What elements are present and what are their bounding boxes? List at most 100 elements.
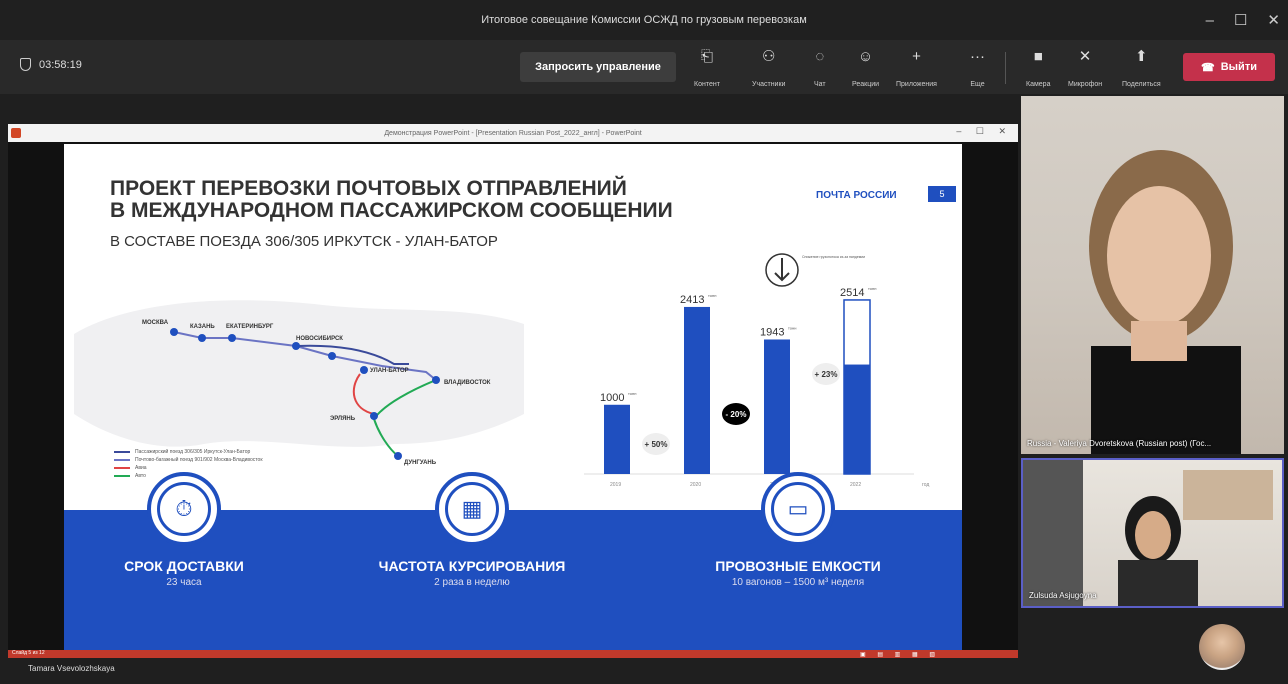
chart-bar [764,339,790,474]
chart-value-label: 1000 [600,392,624,404]
share-content-icon: ⎗ [700,48,713,65]
more-label: Еще [970,81,985,88]
chat-icon: ◌ [815,48,825,65]
participant-name-1: Russia - Valeriya Dvoretskova (Russian p… [1027,439,1212,448]
slide-title-line1: ПРОЕКТ ПЕРЕВОЗКИ ПОЧТОВЫХ ОТПРАВЛЕНИЙ [110,177,627,200]
railcar-icon: ▭ [771,482,825,536]
calendar-icon: ▦ [445,482,499,536]
chart-change-label: + 50% [645,440,668,449]
ppt-statusbar: Слайд 5 из 12 ▣ ▤ ▥ ▦ ▧ [8,650,1018,658]
participant-portrait-2 [1023,460,1273,606]
leave-label: Выйти [1220,61,1257,73]
chart-bar [684,306,710,474]
reaction-icon: ☺ [857,48,874,65]
city-label-ulan-bator: УЛАН-БАТОР [370,368,409,374]
apps-button[interactable]: + Приложения [896,48,937,88]
chart-category-label: 2019 [610,482,621,488]
city-dot-moscow [170,328,178,336]
slide: ПРОЕКТ ПЕРЕВОЗКИ ПОЧТОВЫХ ОТПРАВЛЕНИЙ В … [64,144,962,650]
camera-button[interactable]: ■ Камера [1026,48,1050,88]
legend-item-mail-train: Почтово-багажный поезд 901/902 Москва-Вл… [114,456,263,464]
reactions-button[interactable]: ☺ Реакции [852,48,879,88]
decline-note: Снижение грузопотока из-за пандемии [802,255,865,259]
leave-button[interactable]: ☎ Выйти [1183,53,1275,81]
chat-label: Чат [814,81,826,88]
ppt-view-controls[interactable]: ▣ ▤ ▥ ▦ ▧ [860,651,940,658]
city-label-ekaterinburg: ЕКАТЕРИНБУРГ [226,324,274,330]
chart-value-label: 1943 [760,326,784,338]
chart-value-label: 2514 [840,287,864,299]
participant-portrait-1 [1089,150,1241,454]
close-button[interactable]: ✕ [1267,11,1280,29]
chat-button[interactable]: ◌ Чат [814,48,826,88]
volume-chart: 1000тонн20192413тонн20201943тонн20212514… [584,253,929,488]
presenter-name: Tamara Vsevolozhskaya [28,664,115,673]
participants-button[interactable]: ⚇ Участники [752,48,785,88]
feature-delivery-circle: ⏱ [147,472,221,546]
camera-icon: ■ [1033,48,1043,65]
shield-icon [20,58,31,71]
chart-x-unit: год [922,482,929,488]
meeting-toolbar: 03:58:19 Запросить управление ⎗ Контент ⚇… [0,40,1288,94]
legend-item-air: Авиа [114,464,263,472]
chart-bar [844,364,870,474]
window-controls: – ☐ ✕ [1206,0,1280,40]
feature-frequency-title: ЧАСТОТА КУРСИРОВАНИЯ [378,558,566,574]
chart-bar [604,404,630,474]
city-label-dongguan: ДУНГУАНЬ [404,460,437,466]
microphone-label: Микрофон [1068,81,1103,88]
plus-icon: + [912,48,921,65]
city-dot-dongguan [394,452,402,460]
slide-number: 5 [928,186,956,202]
slide-title-line2: В МЕЖДУНАРОДНОМ ПАССАЖИРСКОМ СООБЩЕНИИ [110,199,673,222]
city-label-erlian: ЭРЛЯНЬ [330,416,356,422]
content-button[interactable]: ⎗ Контент [694,48,720,88]
toolbar-divider [1005,52,1006,84]
stopwatch-icon: ⏱ [157,482,211,536]
apps-label: Приложения [896,81,937,88]
more-icon: ··· [970,48,985,65]
feature-capacity: ▭ ПРОВОЗНЫЕ ЕМКОСТИ 10 вагонов – 1500 м³… [698,472,898,588]
legend-label-mail-train: Почтово-багажный поезд 901/902 Москва-Вл… [135,457,263,463]
city-label-vladivostok: ВЛАДИВОСТОК [444,380,491,386]
participant-name-2: Zulsuda Asjugoyna [1029,591,1097,600]
feature-delivery-sub: 23 часа [166,577,202,588]
share-button[interactable]: ⬆ Поделиться [1122,48,1161,88]
powerpoint-icon [11,128,21,138]
chart-unit-label: тонн [708,293,716,298]
feature-capacity-title: ПРОВОЗНЫЕ ЕМКОСТИ [715,558,881,574]
shared-screen: Демонстрация PowerPoint - [Presentation … [8,124,1018,658]
city-dot-vladivostok [432,376,440,384]
chart-change-label: + 23% [815,370,838,379]
participant-video-1[interactable]: Russia - Valeriya Dvoretskova (Russian p… [1021,96,1284,454]
city-dot-kazan [198,334,206,342]
phone-icon: ☎ [1201,61,1215,74]
minimize-button[interactable]: – [1206,12,1214,29]
microphone-button[interactable]: ✕ Микрофон [1068,48,1102,88]
slide-subtitle: В СОСТАВЕ ПОЕЗДА 306/305 ИРКУТСК - УЛАН-… [110,233,498,250]
reactions-label: Реакции [852,81,880,88]
share-tray-icon: ⬆ [1135,48,1148,65]
legend-label-passenger: Пассажирский поезд 306/305 Иркутск-Улан-… [135,449,251,455]
feature-delivery-title: СРОК ДОСТАВКИ [124,558,244,574]
share-label: Поделиться [1122,81,1161,88]
feature-frequency-sub: 2 раза в неделю [434,577,510,588]
city-dot-irkutsk [328,352,336,360]
russian-post-logo: ПОЧТА РОССИИ [816,190,897,201]
request-control-button[interactable]: Запросить управление [520,52,676,82]
content-label: Контент [694,81,720,88]
city-label-kazan: КАЗАНЬ [190,324,215,330]
participant-video-2[interactable]: Zulsuda Asjugoyna [1021,458,1284,608]
city-dot-ekaterinburg [228,334,236,342]
ppt-titlebar: Демонстрация PowerPoint - [Presentation … [8,124,1018,142]
city-label-novosibirsk: НОВОСИБИРСК [296,336,343,342]
mic-off-icon: ✕ [1078,48,1092,65]
meeting-timer: 03:58:19 [20,58,82,71]
participant-avatar-tile[interactable] [1180,614,1284,680]
more-button[interactable]: ··· Еще [970,48,985,88]
city-label-moscow: МОСКВА [142,320,169,326]
participants-label: Участники [752,81,786,88]
maximize-button[interactable]: ☐ [1234,11,1247,29]
timer-label: 03:58:19 [39,58,82,71]
chart-value-label: 2413 [680,294,704,306]
